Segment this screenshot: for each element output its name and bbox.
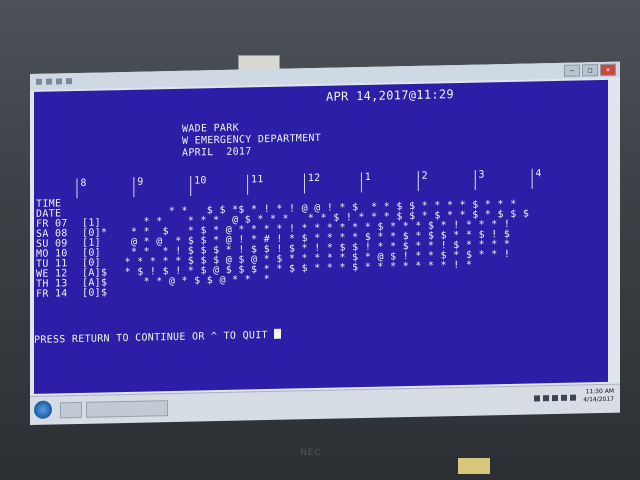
tray-icon[interactable] <box>561 394 567 401</box>
system-tray-icons[interactable] <box>534 394 576 402</box>
window-app-icon <box>36 78 42 85</box>
taskbar-window-button[interactable] <box>86 400 168 418</box>
toolbar-icon[interactable] <box>66 78 72 85</box>
clock-date: 4/14/2017 <box>583 395 614 404</box>
row-flag: [0]$ <box>82 287 108 299</box>
sticky-note <box>458 458 490 474</box>
department-name: W EMERGENCY DEPARTMENT <box>182 132 322 147</box>
header-timestamp: APR 14,2017@11:29 <box>326 87 454 104</box>
start-button[interactable] <box>34 400 52 419</box>
monitor-brand-logo: NEC <box>300 448 322 458</box>
terminal-screen[interactable]: APR 14,2017@11:29 WADE PARK W EMERGENCY … <box>34 79 608 394</box>
continue-prompt[interactable]: PRESS RETURN TO CONTINUE OR ^ TO QUIT <box>34 328 281 346</box>
tray-icon[interactable] <box>552 394 558 402</box>
text-cursor <box>273 328 281 339</box>
month-label: APRIL 2017 <box>182 146 252 159</box>
taskbar-app-icon[interactable] <box>60 401 82 419</box>
tray-icon[interactable] <box>534 395 540 402</box>
application-window: – □ × APR 14,2017@11:29 WADE PARK W EMER… <box>30 61 620 425</box>
facility-name: WADE PARK <box>182 122 239 135</box>
grid-row: * * @ * $ $ @ * * * <box>112 273 271 289</box>
tray-icon[interactable] <box>570 394 576 401</box>
prompt-text: PRESS RETURN TO CONTINUE OR ^ TO QUIT <box>34 330 268 346</box>
maximize-button[interactable]: □ <box>582 64 598 77</box>
minimize-button[interactable]: – <box>564 64 580 77</box>
toolbar-icon[interactable] <box>56 78 62 85</box>
tray-icon[interactable] <box>543 395 549 402</box>
close-button[interactable]: × <box>600 63 616 77</box>
toolbar-icon[interactable] <box>46 78 52 85</box>
system-clock[interactable]: 11:30 AM 4/14/2017 <box>583 388 614 405</box>
row-label: FR 14 <box>36 288 68 300</box>
